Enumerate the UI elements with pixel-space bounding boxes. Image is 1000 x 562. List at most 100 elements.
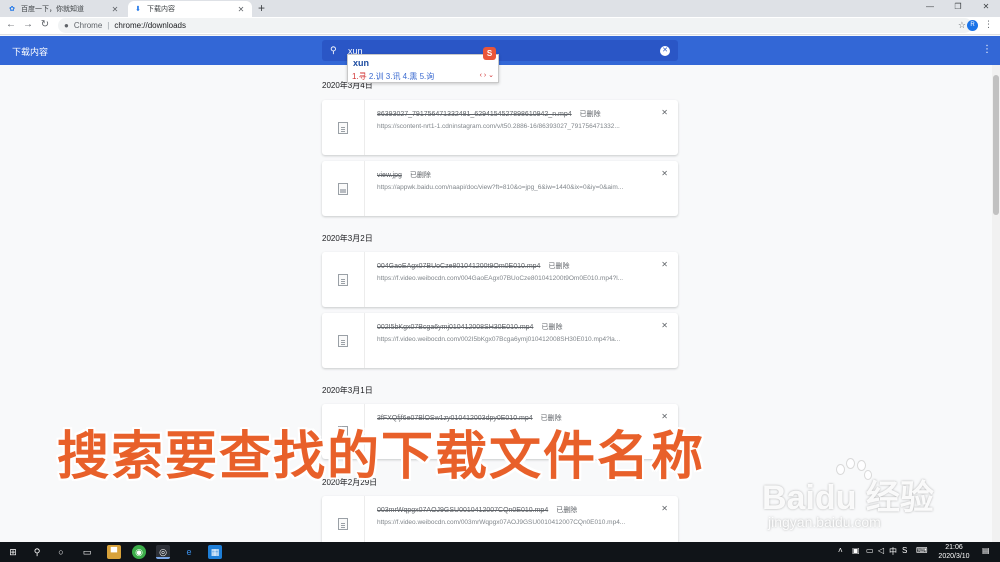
- file-icon-box: [322, 252, 365, 307]
- reload-icon[interactable]: ↻: [38, 18, 52, 32]
- browser-menu-icon[interactable]: ⋮: [984, 19, 993, 30]
- file-name[interactable]: 86393027_791756471332481_629415452789861…: [377, 111, 572, 118]
- tab-downloads[interactable]: ⬇ 下载内容 ✕: [128, 1, 252, 17]
- file-name[interactable]: 002I5bKgx07Bcga6ymj010412008SH30E010.mp4: [377, 324, 533, 331]
- ime-candidates[interactable]: 1.寻 2.训 3.讯 4.熏 5.询: [352, 71, 434, 82]
- network-icon[interactable]: ▭: [866, 546, 874, 555]
- download-item[interactable]: 86393027_791756471332481_629415452789861…: [322, 100, 678, 155]
- ime-candidate-first[interactable]: 1.寻: [352, 72, 367, 81]
- screen: ✿ 百度一下，你就知道 ✕ ⬇ 下载内容 ✕ + — ❐ ✕ ← → ↻ ● C…: [0, 0, 1000, 562]
- ime-pinyin: xun: [353, 58, 370, 68]
- status-badge: 已删除: [548, 263, 570, 270]
- clock-time: 21:06: [945, 544, 963, 551]
- file-url[interactable]: https://f.video.weibocdn.com/003mrWqpgx0…: [377, 519, 662, 526]
- sogou-tray-icon[interactable]: S: [902, 546, 907, 555]
- search-icon[interactable]: ⚲: [30, 545, 44, 559]
- file-icon: [338, 273, 348, 286]
- file-icon-box: [322, 100, 365, 155]
- tray-chevron-icon[interactable]: ˄: [838, 546, 843, 555]
- baidu-paw-icon: ✿: [9, 6, 15, 13]
- app-green-icon[interactable]: ◉: [132, 545, 146, 559]
- address-bar[interactable]: ● Chrome | chrome://downloads ☆: [58, 18, 972, 33]
- ime-candidate-rest[interactable]: 2.训 3.讯 4.熏 5.询: [367, 72, 434, 81]
- avatar[interactable]: R: [967, 20, 978, 31]
- watermark-site: jingyan.baidu.com: [768, 514, 881, 530]
- volume-icon[interactable]: ◁: [878, 546, 884, 555]
- cortana-icon[interactable]: ○: [54, 545, 68, 559]
- bookmark-star-icon[interactable]: ☆: [958, 20, 966, 31]
- info-icon: ●: [64, 21, 69, 30]
- status-badge: 已删除: [556, 507, 578, 514]
- remove-item-icon[interactable]: ✕: [661, 321, 668, 330]
- remove-item-icon[interactable]: ✕: [661, 169, 668, 178]
- downloads-header: 下载内容 ⚲ xun ✕ ⋮: [0, 36, 1000, 65]
- chrome-icon[interactable]: ◎: [156, 545, 170, 559]
- download-item[interactable]: 004GaoEAgx07BUoCze801041200t9Om0E010.mp4…: [322, 252, 678, 307]
- status-badge: 已删除: [409, 172, 431, 179]
- file-name-row: view.jpg 已删除: [377, 170, 431, 180]
- edge-icon[interactable]: e: [182, 545, 196, 559]
- status-badge: 已删除: [541, 324, 563, 331]
- notifications-icon[interactable]: ▤: [982, 546, 990, 555]
- remove-item-icon[interactable]: ✕: [661, 504, 668, 513]
- windows-start-icon[interactable]: ⊞: [6, 545, 20, 559]
- status-badge: 已删除: [579, 111, 601, 118]
- file-name-row: 004GaoEAgx07BUoCze801041200t9Om0E010.mp4…: [377, 261, 569, 271]
- ime-mode-label[interactable]: 中: [889, 546, 897, 557]
- sogou-ime-icon: S: [483, 47, 496, 60]
- windows-taskbar: ⊞ ⚲ ○ ▭ ▀ ◉ ◎ e ▦ ˄ ▣ ▭ ◁ 中 S ⌨ 21:06 20…: [0, 542, 1000, 562]
- file-name-row: 86393027_791756471332481_629415452789861…: [377, 109, 601, 119]
- date-heading: 2020年3月2日: [322, 234, 373, 243]
- file-name[interactable]: 004GaoEAgx07BUoCze801041200t9Om0E010.mp4: [377, 263, 540, 270]
- file-icon-box: [322, 496, 365, 542]
- date-heading: 2020年3月1日: [322, 386, 373, 395]
- scrollbar-thumb[interactable]: [993, 75, 999, 215]
- tutorial-caption: 搜索要查找的下载文件名称: [57, 428, 706, 486]
- file-url[interactable]: https://scontent-nrt1-1.cdninstagram.com…: [377, 123, 662, 130]
- file-icon: [338, 334, 348, 347]
- search-icon: ⚲: [330, 45, 337, 55]
- download-item[interactable]: view.jpg 已删除 https://appwk.baidu.com/naapi…: [322, 161, 678, 216]
- file-icon: [338, 517, 348, 530]
- download-icon: ⬇: [135, 6, 141, 13]
- file-name-row: 003mrWqpgx07AOJ9GSU0010412007CQn0E010.mp…: [377, 505, 577, 515]
- tab-baidu[interactable]: ✿ 百度一下，你就知道 ✕: [2, 1, 126, 17]
- restore-icon[interactable]: ❐: [944, 0, 972, 14]
- scheme-label: Chrome: [73, 21, 103, 30]
- file-icon: [338, 121, 348, 134]
- back-icon[interactable]: ←: [4, 18, 18, 32]
- downloads-menu-icon[interactable]: ⋮: [982, 44, 992, 55]
- url-text: chrome://downloads: [114, 21, 186, 30]
- minimize-icon[interactable]: —: [916, 0, 944, 14]
- app-blue-icon[interactable]: ▦: [208, 545, 222, 559]
- page-title: 下载内容: [12, 47, 49, 57]
- window-close-icon[interactable]: ✕: [972, 0, 1000, 14]
- system-clock[interactable]: 21:06 2020/3/10: [935, 543, 973, 561]
- task-view-icon[interactable]: ▭: [80, 545, 94, 559]
- remove-item-icon[interactable]: ✕: [661, 260, 668, 269]
- file-url[interactable]: https://appwk.baidu.com/naapi/doc/view?f…: [377, 184, 662, 191]
- separator: |: [107, 21, 110, 30]
- browser-toolbar: ← → ↻ ● Chrome | chrome://downloads ☆ R …: [0, 17, 1000, 35]
- tray-app-icon[interactable]: ▣: [852, 546, 860, 555]
- forward-icon[interactable]: →: [21, 18, 35, 32]
- clear-search-icon[interactable]: ✕: [660, 45, 670, 56]
- file-icon-box: [322, 161, 365, 216]
- file-url[interactable]: https://f.video.weibocdn.com/002I5bKgx07…: [377, 336, 662, 343]
- close-tab-icon[interactable]: ✕: [110, 5, 120, 14]
- new-tab-button[interactable]: +: [258, 1, 265, 15]
- tab-title: 下载内容: [147, 6, 175, 13]
- download-item[interactable]: 003mrWqpgx07AOJ9GSU0010412007CQn0E010.mp…: [322, 496, 678, 542]
- scrollbar[interactable]: [992, 65, 1000, 542]
- ime-candidate-window: xun S 1.寻 2.训 3.讯 4.熏 5.询 ‹ › ⌄: [347, 47, 499, 83]
- file-name-row: 002I5bKgx07Bcga6ymj010412008SH30E010.mp4…: [377, 322, 562, 332]
- download-item[interactable]: 002I5bKgx07Bcga6ymj010412008SH30E010.mp4…: [322, 313, 678, 368]
- file-name[interactable]: 003mrWqpgx07AOJ9GSU0010412007CQn0E010.mp…: [377, 507, 548, 514]
- close-tab-icon[interactable]: ✕: [236, 5, 246, 14]
- file-name[interactable]: view.jpg: [377, 172, 402, 179]
- file-explorer-icon[interactable]: ▀: [107, 545, 121, 559]
- remove-item-icon[interactable]: ✕: [661, 108, 668, 117]
- keyboard-icon[interactable]: ⌨: [916, 546, 928, 555]
- file-url[interactable]: https://f.video.weibocdn.com/004GaoEAgx0…: [377, 275, 662, 282]
- ime-page-arrows[interactable]: ‹ › ⌄: [480, 71, 494, 79]
